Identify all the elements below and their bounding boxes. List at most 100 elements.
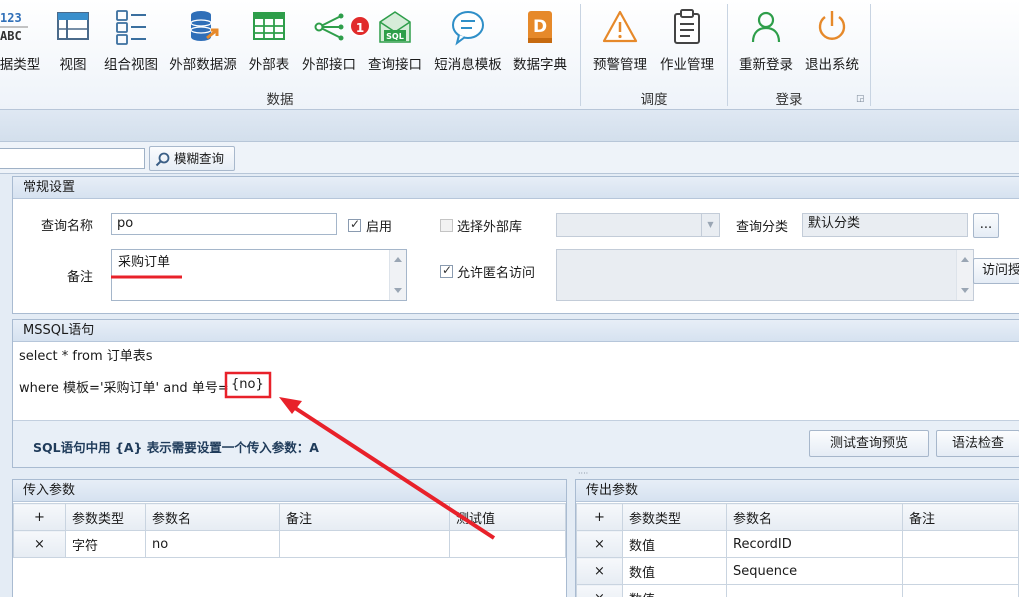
sql-panel: MSSQL语句 select * from 订单表s where 模板='采购订… (12, 319, 1019, 468)
in-params-title: 传入参数 (13, 480, 566, 502)
ribbon-warning-mgmt-label: 预警管理 (593, 57, 647, 73)
table-cell[interactable]: 数值 (622, 557, 727, 585)
table-cell[interactable]: no (145, 530, 280, 558)
ribbon-datatype-label: 据类型 (0, 57, 41, 73)
delete-row-button[interactable]: × (576, 557, 623, 585)
table-cell[interactable] (902, 584, 1019, 597)
external-db-select[interactable]: ▼ (556, 213, 720, 237)
ribbon-external-table[interactable]: 外部表 (244, 8, 294, 78)
test-query-button[interactable]: 测试查询预览 (809, 430, 929, 457)
category-more-button[interactable]: ... (973, 213, 999, 238)
fuzzy-search-label: 模糊查询 (174, 151, 225, 166)
table-cell[interactable] (902, 530, 1019, 558)
col-header[interactable]: 参数类型 (622, 503, 727, 531)
table-grid-icon (251, 8, 287, 46)
ribbon-query-interface-label: 查询接口 (368, 57, 422, 73)
ribbon-relogin-label: 重新登录 (739, 57, 793, 73)
add-row-button[interactable]: + (576, 503, 623, 531)
query-name-input[interactable]: po (111, 213, 337, 235)
table-cell[interactable]: 数值 (622, 530, 727, 558)
col-header[interactable]: 参数名 (145, 503, 280, 531)
category-label: 查询分类 (736, 220, 789, 235)
ribbon-query-interface[interactable]: SQL 查询接口 (364, 8, 426, 78)
fuzzy-search-button[interactable]: 模糊查询 (149, 146, 235, 171)
table-cell[interactable] (279, 530, 450, 558)
sql-title: MSSQL语句 (13, 320, 1019, 342)
delete-row-button[interactable]: × (576, 530, 623, 558)
table-cell[interactable]: Sequence (726, 557, 903, 585)
ribbon-combo-view[interactable]: 组合视图 (101, 8, 161, 78)
out-params-panel: 传出参数 + 参数类型 参数名 备注 × 数值 RecordID × 数值 Se… (575, 479, 1019, 597)
chevron-down-icon: ▼ (701, 214, 719, 236)
syntax-check-button[interactable]: 语法检查 (936, 430, 1019, 457)
out-params-table: + 参数类型 参数名 备注 × 数值 RecordID × 数值 Sequenc… (576, 503, 1019, 597)
ribbon-job-mgmt-label: 作业管理 (660, 57, 714, 73)
database-icon (185, 8, 221, 46)
search-strip: 模糊查询 (0, 142, 1019, 174)
note-input[interactable]: 采购订单 (111, 249, 407, 301)
splitter-grip[interactable]: ···· (578, 470, 596, 478)
ribbon-job-mgmt[interactable]: 作业管理 (656, 8, 718, 78)
delete-row-button[interactable]: × (13, 530, 66, 558)
warning-triangle-icon (602, 8, 638, 46)
ribbon-sms-template[interactable]: 短消息模板 (432, 8, 504, 78)
ribbon-exit-label: 退出系统 (805, 57, 859, 73)
ribbon: 123 ABC 据类型 视图 组合视图 外部数据源 外部表 外部接口 SQL 查… (0, 0, 1019, 110)
visit-auth-button[interactable]: 访问授 (973, 258, 1019, 284)
ribbon-external-datasource[interactable]: 外部数据源 (166, 8, 240, 78)
dictionary-d-icon: D (522, 8, 558, 46)
table-row[interactable]: × 字符 no (13, 530, 566, 558)
col-header[interactable]: 备注 (279, 503, 450, 531)
col-header[interactable]: 参数类型 (65, 503, 146, 531)
table-cell[interactable]: 数值 (622, 584, 727, 597)
ribbon-exit[interactable]: 退出系统 (802, 8, 862, 78)
anon-access-checkbox[interactable] (440, 263, 453, 278)
user-icon (748, 8, 784, 46)
add-row-button[interactable]: + (13, 503, 66, 531)
group-label-data: 数据 (266, 92, 294, 108)
table-row[interactable]: × 数值 (576, 584, 1019, 597)
ribbon-combo-view-label: 组合视图 (104, 57, 158, 73)
table-cell[interactable] (902, 557, 1019, 585)
search-input[interactable] (0, 148, 145, 169)
ribbon-data-dictionary[interactable]: D 数据字典 (510, 8, 570, 78)
toolbar-strip (0, 110, 1019, 142)
table-row[interactable]: × 数值 RecordID (576, 530, 1019, 558)
anon-access-label: 允许匿名访问 (457, 266, 536, 281)
sql-hint: SQL语句中用 {A} 表示需要设置一个传入参数：A (33, 440, 319, 455)
query-name-label: 查询名称 (41, 219, 94, 234)
col-header[interactable]: 备注 (902, 503, 1019, 531)
external-db-checkbox[interactable] (440, 219, 453, 232)
svg-text:SQL: SQL (386, 32, 404, 41)
general-settings-panel: 常规设置 查询名称 po 启用 选择外部库 ▼ 查询分类 默认分类 ... 备注… (12, 176, 1019, 314)
delete-row-button[interactable]: × (576, 584, 623, 597)
ribbon-view[interactable]: 视图 (52, 8, 94, 78)
table-cell[interactable] (449, 530, 566, 558)
table-cell[interactable]: RecordID (726, 530, 903, 558)
in-params-panel: 传入参数 + 参数类型 参数名 备注 测试值 × 字符 no (12, 479, 567, 597)
anon-scrollbar[interactable] (956, 250, 973, 300)
col-header[interactable]: 参数名 (726, 503, 903, 531)
ribbon-view-label: 视图 (59, 57, 87, 73)
table-cell[interactable] (726, 584, 903, 597)
chat-bubble-icon (450, 8, 486, 46)
sql-editor[interactable]: select * from 订单表s where 模板='采购订单' and 单… (13, 342, 1019, 421)
col-header[interactable]: 测试值 (449, 503, 566, 531)
table-row[interactable]: × 数值 Sequence (576, 557, 1019, 585)
ribbon-external-table-label: 外部表 (248, 57, 290, 73)
search-icon (155, 152, 170, 167)
note-label: 备注 (67, 270, 94, 285)
group-dialog-launcher-icon[interactable]: ◲ (856, 94, 865, 104)
table-cell[interactable]: 字符 (65, 530, 146, 558)
ribbon-warning-mgmt[interactable]: 预警管理 (589, 8, 651, 78)
enable-checkbox[interactable] (348, 217, 361, 232)
note-scrollbar[interactable] (389, 250, 406, 300)
category-value: 默认分类 (802, 213, 968, 237)
note-text: 采购订单 (118, 255, 171, 270)
anon-access-input[interactable] (556, 249, 974, 301)
in-params-table: + 参数类型 参数名 备注 测试值 × 字符 no (13, 503, 566, 558)
external-db-label: 选择外部库 (457, 220, 523, 235)
ribbon-datatype[interactable]: 123 ABC 据类型 (0, 8, 46, 78)
svg-text:ABC: ABC (0, 29, 22, 43)
ribbon-relogin[interactable]: 重新登录 (736, 8, 796, 78)
